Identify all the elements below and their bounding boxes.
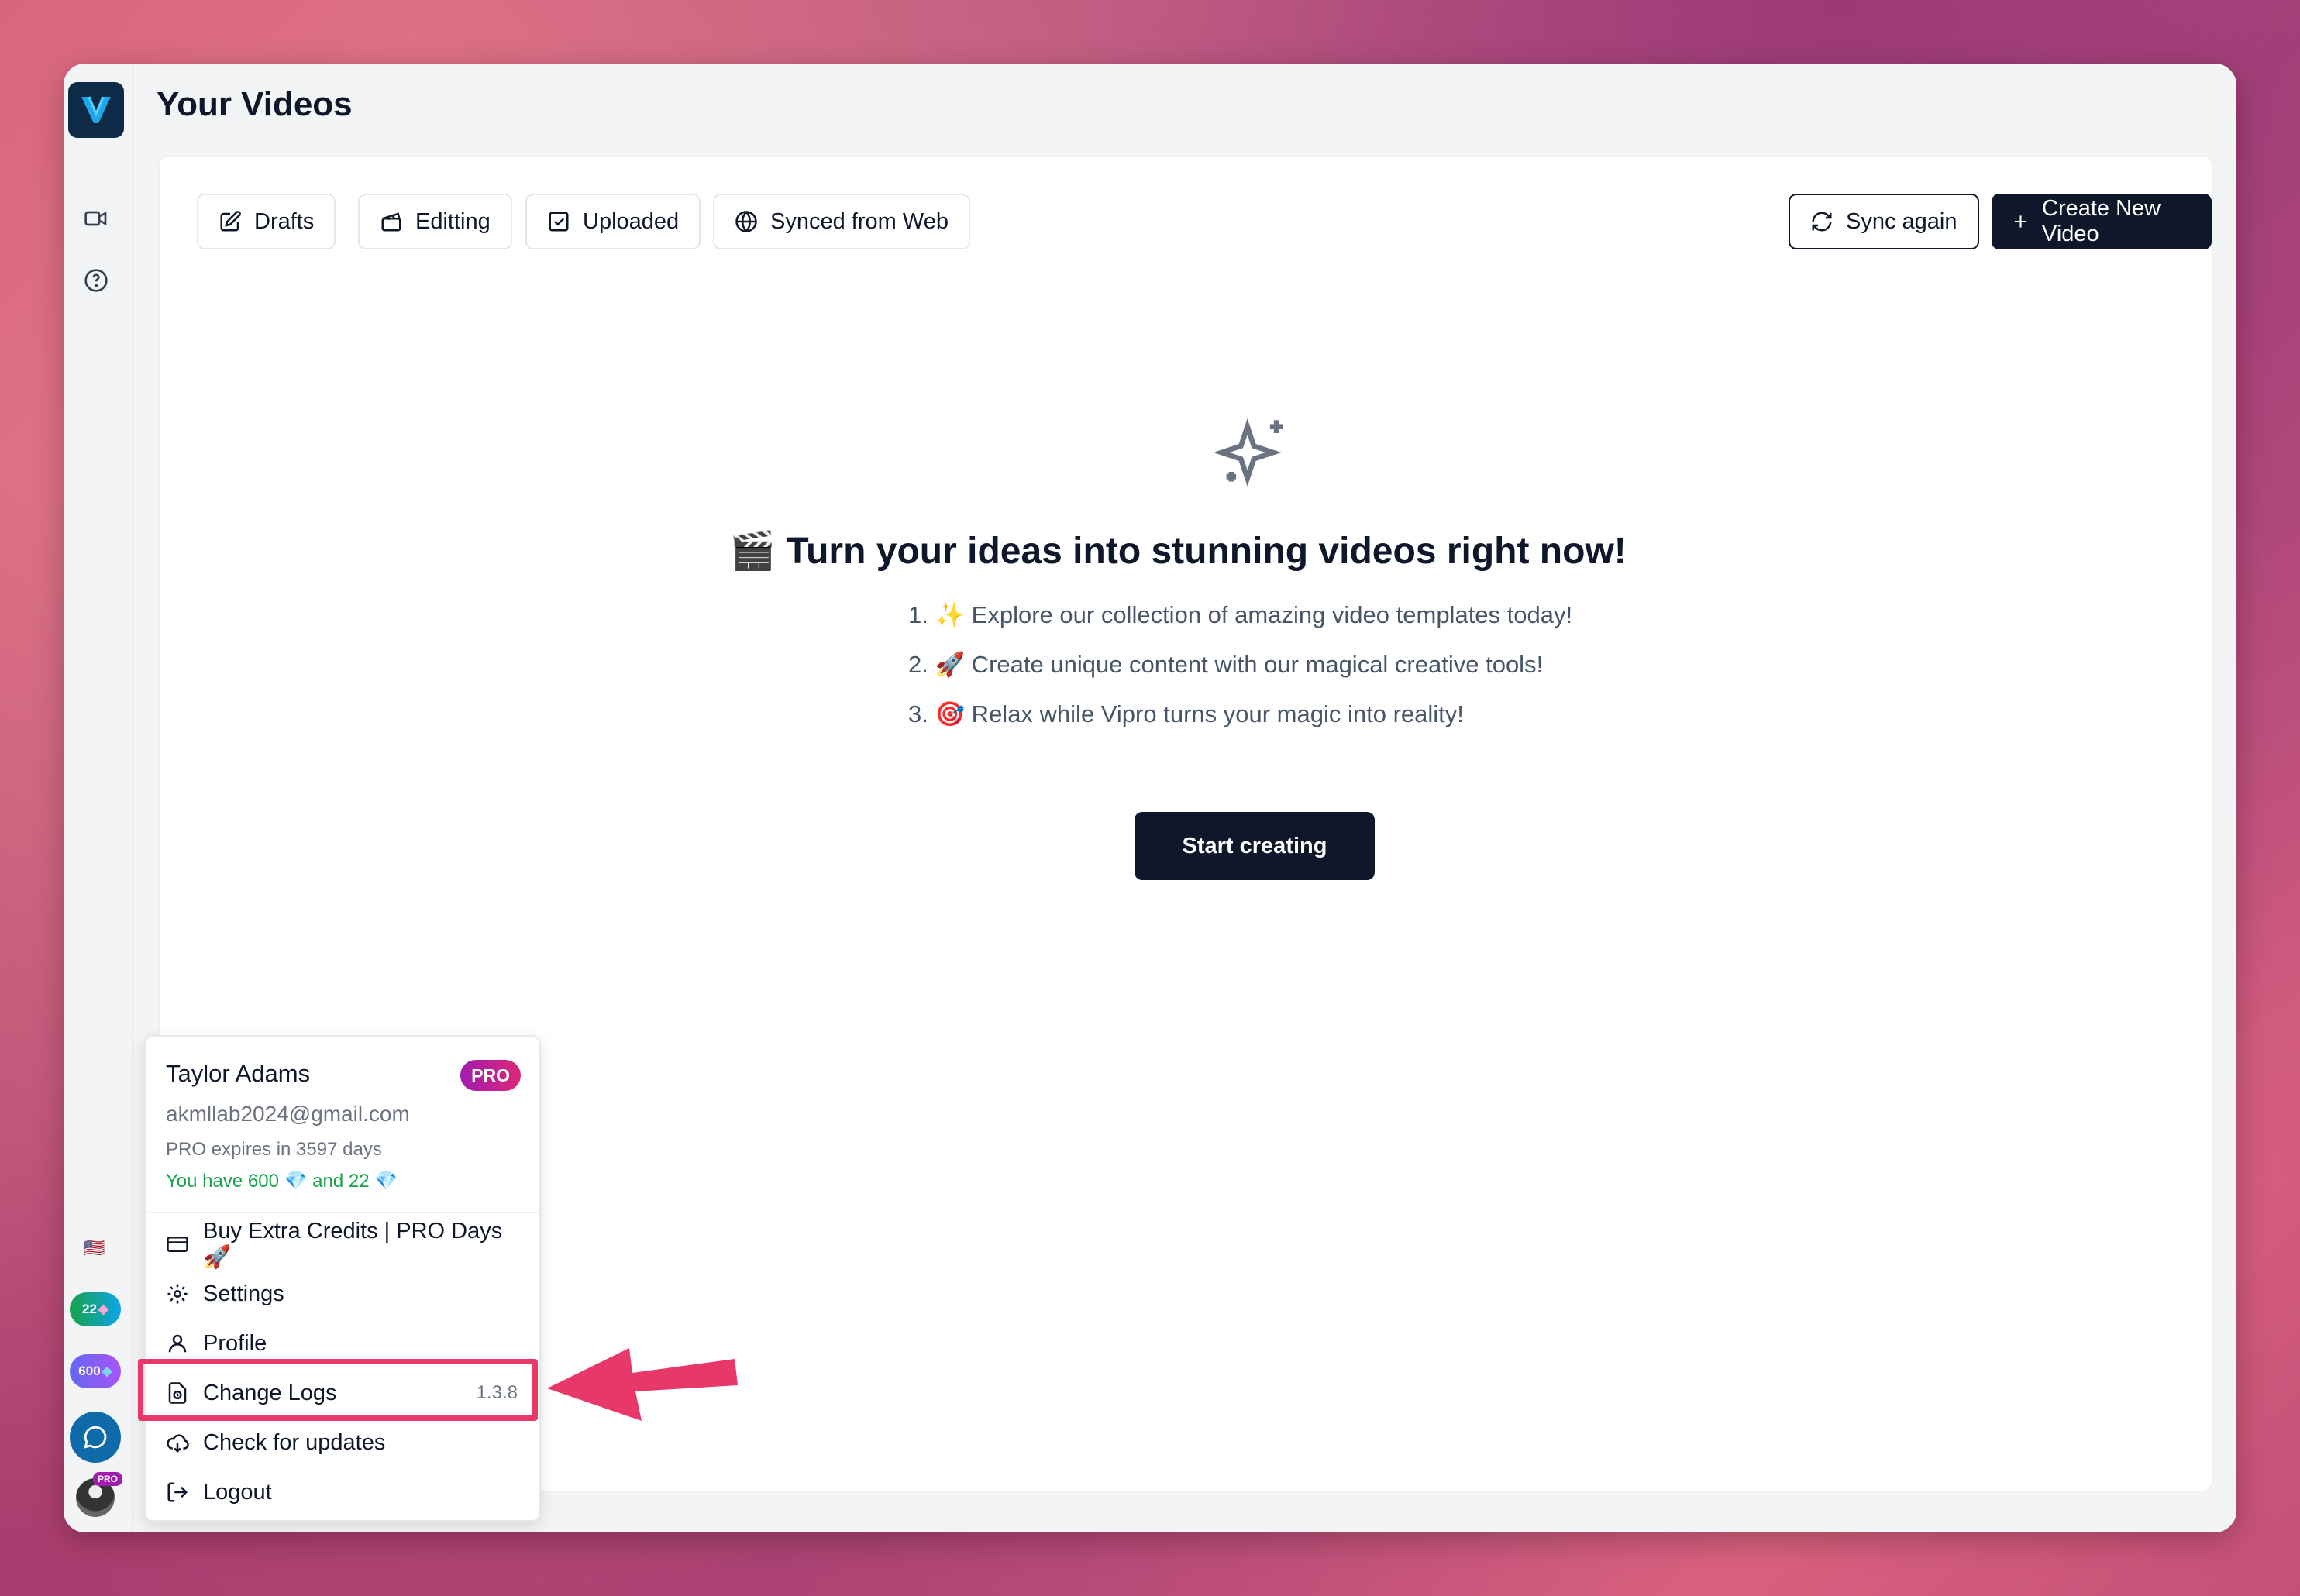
vipro-logo-icon <box>81 96 111 123</box>
cloud-download-icon <box>167 1434 189 1453</box>
menu-divider <box>146 1212 539 1213</box>
chat-button[interactable] <box>70 1412 121 1463</box>
tab-drafts[interactable]: Drafts <box>197 194 336 249</box>
user-email: akmllab2024@gmail.com <box>166 1102 410 1126</box>
tab-uploaded-label: Uploaded <box>583 208 680 234</box>
page-title: Your Videos <box>157 85 353 123</box>
chat-icon <box>84 1426 107 1449</box>
edit-icon <box>220 211 241 232</box>
annotation-arrow-icon <box>547 1348 738 1421</box>
app-logo[interactable] <box>68 82 124 138</box>
credit-card-icon <box>167 1237 188 1252</box>
blue-gem-icon: ◆ <box>102 1364 112 1378</box>
clapperboard-icon <box>381 212 401 232</box>
tab-synced-from-web[interactable]: Synced from Web <box>713 194 970 249</box>
language-flag-icon[interactable]: 🇺🇸 <box>84 1238 105 1258</box>
menu-item-logout[interactable]: Logout <box>157 1469 532 1515</box>
globe-icon <box>735 211 757 232</box>
step-item: 1. ✨ Explore our collection of amazing v… <box>908 601 1573 628</box>
step-item: 2. 🚀 Create unique content with our magi… <box>908 651 1544 678</box>
user-name: Taylor Adams <box>166 1060 311 1087</box>
tab-drafts-label: Drafts <box>254 208 315 234</box>
tab-synced-label: Synced from Web <box>770 208 949 234</box>
change-logs-highlight <box>138 1359 538 1421</box>
create-new-video-button[interactable]: Create New Video <box>1992 194 2212 249</box>
menu-item-label: Settings <box>203 1281 284 1306</box>
start-creating-button[interactable]: Start creating <box>1135 812 1375 880</box>
sync-again-button[interactable]: Sync again <box>1789 194 1979 249</box>
pink-gem-icon: ◆ <box>98 1302 108 1316</box>
plus-icon <box>2014 215 2027 228</box>
empty-state-steps: 1. ✨ Explore our collection of amazing v… <box>908 590 1572 739</box>
pro-badge: PRO <box>460 1060 521 1091</box>
help-icon[interactable] <box>81 265 112 296</box>
user-icon <box>168 1334 187 1353</box>
tab-editting[interactable]: Editting <box>358 194 512 249</box>
sidebar: 🇺🇸 22 ◆ 600 ◆ PRO <box>64 64 133 1532</box>
pink-gem-count: 22 <box>82 1302 97 1316</box>
logout-icon <box>167 1482 188 1502</box>
menu-item-label: Logout <box>203 1479 272 1505</box>
user-menu: Taylor Adams PRO akmllab2024@gmail.com P… <box>144 1035 541 1522</box>
blue-gem-count: 600 <box>78 1364 101 1378</box>
sync-again-label: Sync again <box>1846 208 1957 234</box>
checkbox-icon <box>549 212 569 232</box>
sparkles-icon <box>1215 418 1283 487</box>
pink-gem-balance[interactable]: 22 ◆ <box>70 1292 121 1326</box>
menu-item-label: Check for updates <box>203 1429 386 1455</box>
menu-item-label: Buy Extra Credits | PRO Days 🚀 <box>203 1218 503 1270</box>
create-new-video-label: Create New Video <box>2042 196 2161 246</box>
menu-item-label: Profile <box>203 1330 267 1356</box>
empty-state-title: 🎬 Turn your ideas into stunning videos r… <box>729 531 1627 572</box>
step-item: 3. 🎯 Relax while Vipro turns your magic … <box>908 700 1464 727</box>
blue-gem-balance[interactable]: 600 ◆ <box>70 1354 121 1388</box>
avatar-pro-badge: PRO <box>93 1472 123 1486</box>
refresh-icon <box>1812 212 1832 232</box>
credit-balance: You have 600 💎 and 22 💎 <box>166 1171 398 1192</box>
tab-editting-label: Editting <box>415 208 491 234</box>
videos-nav-icon[interactable] <box>81 203 112 234</box>
menu-item-check-updates[interactable]: Check for updates <box>157 1419 532 1466</box>
menu-item-settings[interactable]: Settings <box>157 1271 532 1317</box>
gear-icon <box>167 1284 188 1304</box>
pro-expiry: PRO expires in 3597 days <box>166 1139 382 1160</box>
tab-uploaded[interactable]: Uploaded <box>525 194 701 249</box>
menu-item-buy-credits[interactable]: Buy Extra Credits | PRO Days 🚀 <box>157 1218 532 1270</box>
